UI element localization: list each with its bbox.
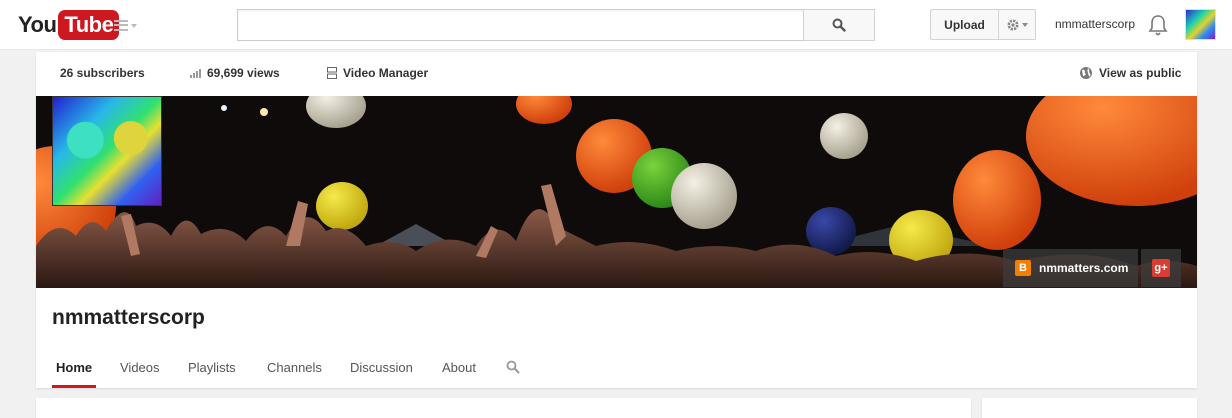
guide-menu-button[interactable] (114, 16, 140, 34)
blog-link[interactable]: B nmmatters.com (1003, 249, 1138, 287)
tab-playlists[interactable]: Playlists (188, 360, 236, 388)
settings-button[interactable] (998, 9, 1036, 40)
video-manager-label: Video Manager (343, 66, 429, 80)
channel-header: 26 subscribers 69,699 views Video Manage… (36, 52, 1197, 388)
view-count: 69,699 views (190, 66, 280, 80)
search-icon[interactable] (506, 360, 520, 374)
bell-icon[interactable] (1148, 13, 1168, 37)
search-button[interactable] (803, 9, 875, 41)
sidebar-card (982, 398, 1197, 418)
masthead: You Tube Upload nmmatterscorp (0, 0, 1232, 50)
username-link[interactable]: nmmatterscorp (1055, 17, 1135, 31)
account-avatar[interactable] (1185, 9, 1216, 40)
google-plus-link[interactable]: g+ (1141, 249, 1181, 287)
bar-chart-icon (190, 68, 201, 78)
video-manager-icon (327, 67, 337, 79)
view-as-public-link[interactable]: View as public (1079, 66, 1181, 80)
channel-stats-bar: 26 subscribers 69,699 views Video Manage… (36, 52, 1197, 96)
google-plus-icon: g+ (1152, 259, 1170, 277)
blogger-icon: B (1015, 260, 1031, 276)
globe-icon (1080, 67, 1092, 79)
search-input[interactable] (237, 9, 804, 41)
tab-discussion[interactable]: Discussion (350, 360, 413, 388)
view-count-text: 69,699 views (207, 66, 280, 80)
tab-home[interactable]: Home (52, 360, 97, 388)
chevron-down-icon (1022, 22, 1028, 27)
guide-menu-icon (114, 19, 128, 31)
upload-button[interactable]: Upload (930, 9, 999, 40)
gear-icon (1007, 19, 1019, 30)
logo-tube-text: Tube (58, 10, 120, 40)
search-icon (832, 18, 846, 32)
chevron-down-icon (131, 24, 137, 28)
blog-link-label: nmmatters.com (1039, 261, 1129, 275)
tab-channels[interactable]: Channels (267, 360, 322, 388)
tab-about[interactable]: About (442, 360, 476, 388)
channel-title[interactable]: nmmatterscorp (52, 306, 205, 330)
subscriber-count: 26 subscribers (60, 66, 145, 80)
youtube-logo[interactable]: You Tube (18, 9, 120, 41)
view-as-public-label: View as public (1099, 66, 1182, 80)
main-content-card (36, 398, 971, 418)
logo-you-text: You (18, 12, 57, 37)
video-manager-link[interactable]: Video Manager (327, 66, 428, 80)
channel-avatar[interactable] (52, 96, 162, 206)
tab-videos[interactable]: Videos (120, 360, 160, 388)
